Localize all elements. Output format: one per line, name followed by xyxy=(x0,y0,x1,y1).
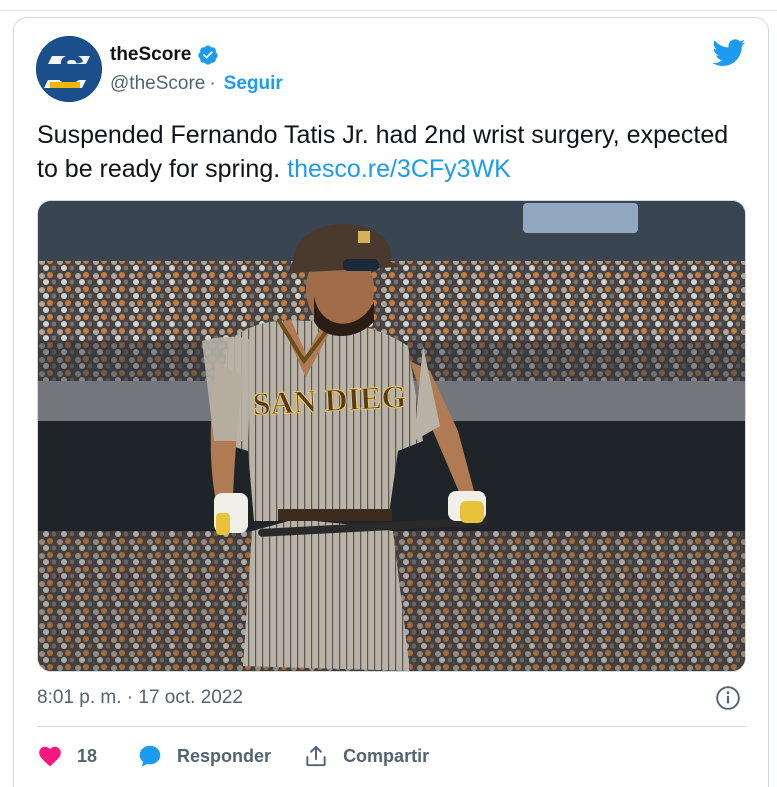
like-count: 18 xyxy=(77,745,98,766)
verified-badge-icon xyxy=(198,45,218,65)
avatar[interactable]: S xyxy=(36,36,102,102)
reply-bubble-icon xyxy=(139,745,161,767)
separator-dot: · xyxy=(209,73,216,94)
tweet-actions: 18 Responder Compartir xyxy=(37,738,429,774)
like-button[interactable]: 18 xyxy=(37,743,97,769)
reply-label: Responder xyxy=(177,745,272,766)
top-divider xyxy=(0,10,777,11)
info-icon[interactable] xyxy=(715,685,741,711)
share-label: Compartir xyxy=(343,745,430,766)
baseball-player-photo: SAN DIEG xyxy=(38,201,745,671)
actions-divider xyxy=(37,726,746,727)
tweet-timestamp[interactable]: 8:01 p. m. · 17 oct. 2022 xyxy=(37,687,243,709)
author-name[interactable]: theScore xyxy=(110,44,191,66)
share-button[interactable]: Compartir xyxy=(303,743,429,769)
tweet-photo[interactable]: SAN DIEG xyxy=(37,200,746,672)
reply-button[interactable]: Responder xyxy=(137,743,271,769)
author-handle-row: @theScore · Seguir xyxy=(110,73,283,95)
share-icon xyxy=(306,745,326,767)
tweet-card[interactable]: S theScore @theScore · Seguir Suspended … xyxy=(13,17,769,787)
tweet-link[interactable]: thesco.re/3CFy3WK xyxy=(287,155,511,183)
heart-icon xyxy=(39,746,61,767)
follow-button[interactable]: Seguir xyxy=(224,73,283,95)
author-name-row[interactable]: theScore xyxy=(110,44,219,66)
author-handle[interactable]: @theScore xyxy=(110,73,205,95)
tweet-text: Suspended Fernando Tatis Jr. had 2nd wri… xyxy=(37,118,737,186)
thescore-logo: S xyxy=(36,36,102,102)
twitter-bird-icon[interactable] xyxy=(712,39,746,67)
